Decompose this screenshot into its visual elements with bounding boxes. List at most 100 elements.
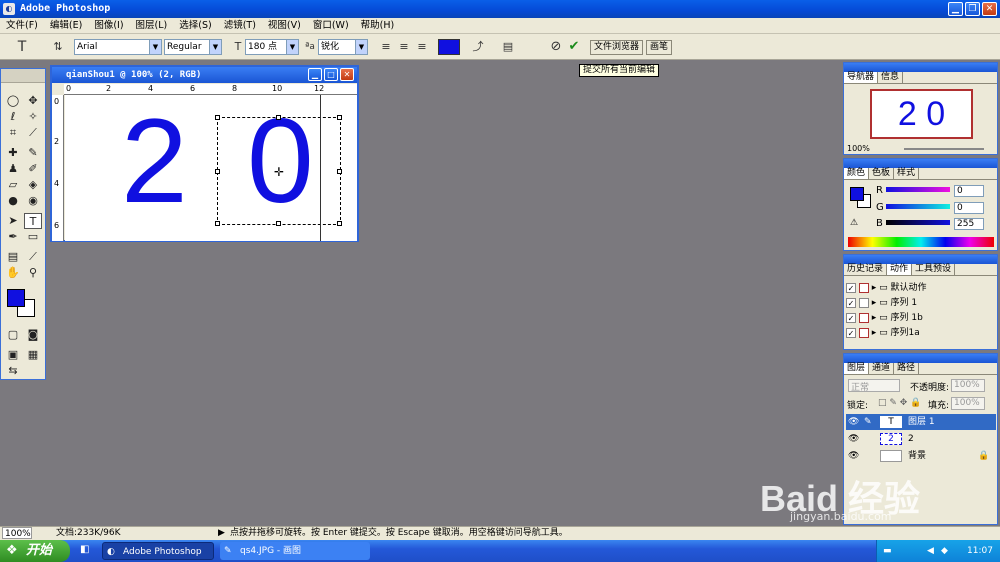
brush-tool-icon[interactable]: ✎ [24,145,42,161]
g-value-field[interactable]: 0 [954,202,984,214]
align-right-icon[interactable]: ≡ [414,39,430,55]
layer-row[interactable]: 👁 背景 🔒 [846,448,996,464]
minimize-button[interactable]: ▁ [948,2,963,16]
tab-paths[interactable]: 路径 [894,363,920,374]
history-brush-icon[interactable]: ✐ [24,161,42,177]
dodge-tool-icon[interactable]: ◉ [24,193,42,209]
menu-help[interactable]: 帮助(H) [355,18,401,34]
slice-tool-icon[interactable]: ⟋ [24,125,42,141]
action-row[interactable]: ✓ ▸ ▭ 序列 1b [846,311,996,325]
eraser-tool-icon[interactable]: ▱ [4,177,22,193]
document-canvas[interactable]: 2 0 ✛ [65,95,357,241]
blur-tool-icon[interactable]: ● [4,193,22,209]
font-size-select[interactable]: 180 点 ▼ [245,39,299,55]
opacity-field[interactable]: 100% [951,379,985,392]
cancel-edit-icon[interactable]: ⊘ [548,39,564,55]
crop-tool-icon[interactable]: ⌗ [4,125,22,141]
r-slider[interactable] [886,187,950,192]
b-value-field[interactable]: 255 [954,218,984,230]
tab-channels[interactable]: 通道 [869,363,895,374]
tab-navigator[interactable]: 导航器 [844,72,879,83]
file-browser-tab[interactable]: 文件浏览器 [590,40,644,55]
menu-image[interactable]: 图像(I) [88,18,129,34]
transform-handle[interactable] [337,115,342,120]
dialog-toggle-icon[interactable] [858,297,869,308]
dialog-toggle-icon[interactable] [858,282,869,293]
screen-mode-icon[interactable]: ▣ [4,347,22,363]
foreground-color-swatch[interactable] [7,289,25,307]
task-paint[interactable]: ✎ qs4.JPG - 画图 [220,542,370,560]
menu-select[interactable]: 选择(S) [173,18,217,34]
close-button[interactable]: ✕ [982,2,997,16]
transform-bounding-box[interactable]: ✛ [215,115,342,226]
menu-file[interactable]: 文件(F) [0,18,44,34]
dialog-toggle-icon[interactable] [858,312,869,323]
eye-icon[interactable]: 👁 [848,448,859,464]
transform-handle[interactable] [337,169,342,174]
transform-handle[interactable] [215,169,220,174]
action-row[interactable]: ✓ ▸ ▭ 序列 1 [846,296,996,310]
lock-icons[interactable]: □ ✎ ✥ 🔒 [878,398,921,408]
magic-wand-icon[interactable]: ✧ [24,109,42,125]
menu-edit[interactable]: 编辑(E) [44,18,88,34]
tab-layers[interactable]: 图层 [844,363,870,374]
blend-mode-select[interactable]: 正常 [848,379,900,393]
menu-layer[interactable]: 图层(L) [130,18,174,34]
font-family-select[interactable]: Arial ▼ [74,39,162,55]
doc-close-button[interactable]: ✕ [340,68,354,81]
b-slider[interactable] [886,220,950,225]
brushes-tab[interactable]: 画笔 [646,40,673,55]
dialog-toggle-icon[interactable] [858,327,869,338]
navigator-preview[interactable]: 2 0 [870,89,973,139]
tab-tool-presets[interactable]: 工具预设 [912,264,956,275]
fill-field[interactable]: 100% [951,397,985,410]
lasso-tool-icon[interactable]: ℓ [4,109,22,125]
healing-brush-icon[interactable]: ✚ [4,145,22,161]
antialias-select[interactable]: 锐化 ▼ [318,39,368,55]
notes-tool-icon[interactable]: ▤ [4,249,22,265]
zoom-tool-icon[interactable]: ⚲ [24,265,42,281]
status-doc-size[interactable]: 文档:233K/96K [56,527,121,540]
check-icon[interactable]: ✓ [846,327,856,338]
commit-edit-icon[interactable]: ✔ [566,39,582,55]
menu-window[interactable]: 窗口(W) [307,18,355,34]
navigator-zoom[interactable]: 100% [847,144,870,153]
paint-bucket-icon[interactable]: ◈ [24,177,42,193]
layer-row[interactable]: 👁 2 2 [846,431,996,447]
doc-minimize-button[interactable]: ▁ [308,68,322,81]
quicklaunch-icon[interactable]: ◧ [80,544,89,555]
navigator-zoom-slider[interactable] [904,148,984,150]
font-style-select[interactable]: Regular ▼ [164,39,222,55]
text-orientation-icon[interactable]: ⇅ [50,39,66,55]
align-center-icon[interactable]: ≡ [396,39,412,55]
doc-maximize-button[interactable]: □ [324,68,338,81]
start-button[interactable]: ❖ 开始 [0,540,70,562]
tab-color[interactable]: 颜色 [844,168,870,179]
transform-handle[interactable] [276,115,281,120]
fullscreen-mode-icon[interactable]: ▦ [24,347,42,363]
menu-view[interactable]: 视图(V) [262,18,307,34]
action-row[interactable]: ✓ ▸ ▭ 默认动作 [846,281,996,295]
volume-icon[interactable]: ◀ [927,540,934,562]
standard-mode-icon[interactable]: ▢ [4,327,22,343]
network-icon[interactable]: ◆ [941,540,948,562]
transform-handle[interactable] [276,221,281,226]
check-icon[interactable]: ✓ [846,282,856,293]
transform-handle[interactable] [215,221,220,226]
move-tool-icon[interactable]: ✥ [24,93,42,109]
restore-button[interactable]: ❐ [965,2,980,16]
layer-row-selected[interactable]: 👁 ✎ T 图层 1 [846,414,996,430]
eye-icon[interactable]: 👁 [848,414,859,430]
transform-handle[interactable] [215,115,220,120]
task-photoshop[interactable]: ◐ Adobe Photoshop [102,542,214,560]
action-row[interactable]: ✓ ▸ ▭ 序列1a [846,326,996,340]
hand-tool-icon[interactable]: ✋ [4,265,22,281]
quickmask-mode-icon[interactable]: ◙ [24,327,42,343]
g-slider[interactable] [886,204,950,209]
tab-info[interactable]: 信息 [878,72,904,83]
r-value-field[interactable]: 0 [954,185,984,197]
transform-handle[interactable] [337,221,342,226]
check-icon[interactable]: ✓ [846,297,856,308]
eye-icon[interactable]: 👁 [848,431,859,447]
check-icon[interactable]: ✓ [846,312,856,323]
